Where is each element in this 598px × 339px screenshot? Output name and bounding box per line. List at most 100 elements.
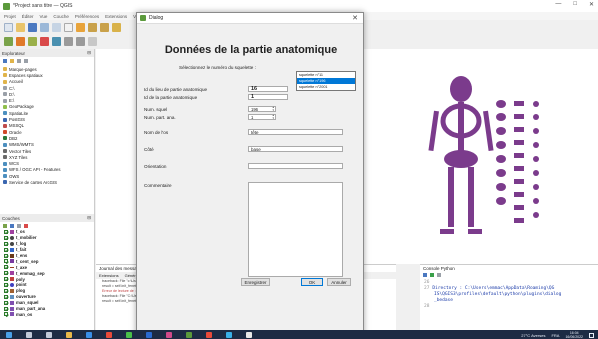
left-leg-shape[interactable] [448,167,454,227]
layer-visibility-checkbox[interactable] [4,253,8,258]
id-lieu-field[interactable]: 16 [248,86,288,92]
squelette-option[interactable]: squelette n°2001 [297,84,355,90]
left-arm-shape[interactable] [428,110,439,152]
id-partie-field[interactable]: 1 [248,94,288,100]
layer-style-icon[interactable] [3,223,7,228]
bone-shape[interactable] [533,170,539,176]
right-foot-shape[interactable] [468,229,482,234]
bone-shape[interactable] [514,101,524,106]
new-project-icon[interactable] [4,22,13,32]
zoom-in-icon[interactable] [88,22,97,32]
num-squel-stepper[interactable]: 196 ▴ ▾ [248,106,276,112]
collapse-all-icon[interactable] [24,58,28,63]
bone-shape[interactable] [496,141,506,149]
tab-extensions[interactable]: Extensions [99,273,119,278]
browser-item[interactable]: Service de cartes ArcGIS [3,179,94,185]
layer-item[interactable]: man_os [0,311,94,317]
menu-extensions[interactable]: Extensions [105,14,127,19]
add-group-icon[interactable] [10,223,14,228]
layer-visibility-checkbox[interactable] [4,282,8,287]
maximize-button[interactable]: □ [573,1,577,8]
digitize-icon[interactable] [4,36,13,46]
pan-icon[interactable] [64,22,73,32]
label-tool-icon[interactable] [88,36,97,46]
layer-visibility-checkbox[interactable] [4,241,8,246]
bone-shape[interactable] [514,127,524,132]
app-icon[interactable] [246,331,252,338]
clear-console-icon[interactable] [423,273,427,277]
menu-projet[interactable]: Projet [4,14,16,19]
run-command-icon[interactable] [430,273,434,277]
undo-icon[interactable] [64,36,73,46]
ok-button[interactable]: OK [301,278,323,286]
redo-icon[interactable] [76,36,85,46]
spine-shape[interactable] [458,102,464,152]
layer-visibility-checkbox[interactable] [4,312,8,317]
chrome-icon[interactable] [126,331,132,338]
bone-shape[interactable] [514,205,524,210]
stepper-arrows-icon[interactable]: ▴ ▾ [272,106,275,112]
zoom-out-icon[interactable] [100,22,109,32]
pdf-icon[interactable] [206,331,212,338]
zoom-layer-icon[interactable] [112,22,121,32]
layer-visibility-checkbox[interactable] [4,271,8,276]
bone-shape[interactable] [514,179,524,184]
bone-shape[interactable] [533,128,539,134]
nom-os-field[interactable]: tête [248,129,343,135]
bone-shape[interactable] [514,218,524,223]
app-icon[interactable] [226,331,232,338]
layer-visibility-checkbox[interactable] [4,247,8,252]
clock[interactable]: 16:04 16/06/2022 [565,331,583,339]
weather-text[interactable]: 27°C Averses [521,333,545,338]
layer-visibility-checkbox[interactable] [4,235,8,240]
menu-editer[interactable]: Éditer [22,14,34,19]
menu-preferences[interactable]: Préférences [75,14,99,19]
edit-icon[interactable] [16,36,25,46]
layer-visibility-checkbox[interactable] [4,229,8,234]
bone-shape[interactable] [514,140,524,145]
app-icon[interactable] [166,331,172,338]
bone-shape[interactable] [514,166,524,171]
bone-shape[interactable] [514,114,524,119]
commentaire-textarea[interactable] [248,182,343,277]
bone-shape[interactable] [514,153,524,158]
panel-float-icon[interactable]: ⊟ [87,215,91,221]
task-view-icon[interactable] [46,331,52,338]
settings-icon[interactable] [437,273,441,277]
vertex-tool-icon[interactable] [28,36,37,46]
bone-shape[interactable] [496,183,506,191]
menu-vue[interactable]: Vue [40,14,48,19]
app-icon[interactable] [106,331,112,338]
layer-visibility-checkbox[interactable] [4,265,8,270]
squelette-dropdown-list[interactable]: squelette n°11 squelette n°196 squelette… [296,71,356,91]
bone-shape[interactable] [533,212,539,218]
bone-shape[interactable] [533,114,539,120]
bone-shape[interactable] [496,169,506,177]
add-feature-icon[interactable] [40,36,49,46]
right-leg-shape[interactable] [468,167,474,227]
refresh-icon[interactable] [3,58,7,63]
print-layout-icon[interactable] [40,22,49,32]
bone-shape[interactable] [496,197,506,205]
cancel-button[interactable]: Annuler [327,278,351,286]
layer-visibility-checkbox[interactable] [4,306,8,311]
layer-visibility-checkbox[interactable] [4,277,8,282]
right-arm-shape[interactable] [483,110,494,152]
add-layer-icon[interactable] [10,58,14,63]
notifications-icon[interactable] [589,332,594,338]
layer-visibility-checkbox[interactable] [4,288,8,293]
orientation-field[interactable] [248,163,343,169]
open-project-icon[interactable] [16,22,25,32]
windows-start-icon[interactable] [6,331,12,338]
pelvis-shape[interactable] [444,150,478,168]
filter-icon[interactable] [17,58,21,63]
bone-shape[interactable] [533,184,539,190]
panel-float-icon[interactable]: ⊟ [87,50,91,56]
remove-layer-icon[interactable] [24,223,28,228]
layout-manager-icon[interactable] [52,22,61,32]
bone-shape[interactable] [496,127,506,135]
bone-shape[interactable] [533,198,539,204]
bone-shape[interactable] [533,156,539,162]
close-icon[interactable]: ✕ [352,14,358,22]
filter-legend-icon[interactable] [17,223,21,228]
